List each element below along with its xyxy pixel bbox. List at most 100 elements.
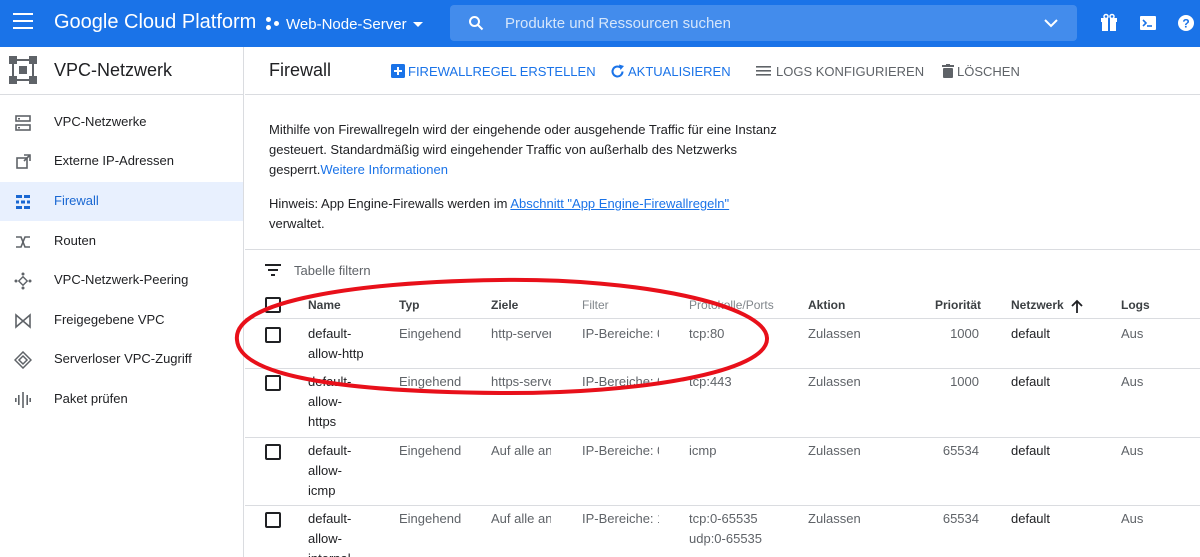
rule-name[interactable]: default-allow-http (308, 324, 378, 364)
row-checkbox[interactable] (265, 375, 281, 391)
rule-filter: IP-Bereiche: 1 (582, 511, 659, 526)
table-row[interactable]: default-allow-http Eingehend http-server… (245, 320, 1200, 369)
sidebar-item-firewall[interactable]: Firewall (0, 182, 243, 221)
rule-network[interactable]: default (1011, 509, 1050, 529)
chevron-down-icon[interactable] (1043, 17, 1059, 29)
filter-icon (265, 264, 281, 276)
row-checkbox[interactable] (265, 327, 281, 343)
sidebar-item-label: Paket prüfen (54, 391, 128, 406)
rule-filter: IP-Bereiche: 0 (582, 374, 659, 389)
row-checkbox[interactable] (265, 444, 281, 460)
rule-name[interactable]: default-allow-https (308, 372, 360, 432)
rule-logs: Aus (1121, 443, 1144, 458)
rule-name[interactable]: default-allow-icmp (308, 441, 360, 501)
firewall-icon (16, 195, 30, 209)
sidebar-item-label: VPC-Netzwerke (54, 114, 147, 129)
rule-priority: 1000 (950, 326, 979, 341)
sidebar-item-label: VPC-Netzwerk-Peering (54, 272, 189, 287)
column-name[interactable]: Name (308, 298, 341, 312)
rule-protocols: icmp (689, 443, 717, 458)
cloud-shell-icon[interactable] (1138, 13, 1158, 33)
rule-name[interactable]: default-allow-internal (308, 509, 360, 557)
top-bar: Google Cloud Platform Web-Node-Server ? (0, 0, 1200, 47)
search-bar[interactable] (450, 5, 1077, 41)
rule-type: Eingehend (399, 374, 462, 389)
help-icon[interactable]: ? (1176, 13, 1196, 33)
column-logs[interactable]: Logs (1121, 298, 1150, 312)
trash-icon (942, 64, 954, 78)
rule-protocols: tcp:80 (689, 326, 725, 341)
rule-targets: https-server (491, 374, 551, 389)
packet-icon (15, 392, 31, 408)
gift-icon[interactable] (1099, 13, 1119, 33)
sidebar-item-routes[interactable]: Routen (0, 222, 243, 261)
sidebar-item-vpc-networks[interactable]: VPC-Netzwerke (0, 103, 243, 142)
column-action[interactable]: Aktion (808, 298, 845, 312)
rule-logs: Aus (1121, 326, 1144, 341)
refresh-icon (611, 64, 624, 77)
main-toolbar: Firewall FIREWALLREGEL ERSTELLEN AKTUALI… (245, 47, 1200, 95)
column-filter[interactable]: Filter (582, 298, 609, 312)
project-name: Web-Node-Server (286, 15, 407, 33)
sidebar-item-label: Routen (54, 233, 96, 248)
table-filter-input[interactable] (294, 261, 594, 279)
rule-priority: 65534 (942, 443, 979, 458)
sidebar-title: VPC-Netzwerk (54, 60, 173, 80)
sidebar-item-shared-vpc[interactable]: Freigegebene VPC (0, 301, 243, 340)
info-text: Mithilfe von Firewallregeln wird der ein… (269, 120, 789, 180)
sort-arrow-up-icon[interactable] (1071, 299, 1083, 313)
rule-protocols: tcp:443 (689, 374, 732, 389)
hint-text: Hinweis: App Engine-Firewalls werden im … (269, 194, 789, 234)
rule-network[interactable]: default (1011, 372, 1050, 392)
project-icon (266, 17, 280, 31)
sidebar-item-external-ip[interactable]: Externe IP-Adressen (0, 142, 243, 181)
menu-icon[interactable] (13, 13, 33, 33)
sidebar-item-peering[interactable]: VPC-Netzwerk-Peering (0, 261, 243, 300)
rule-type: Eingehend (399, 326, 462, 341)
svg-text:?: ? (1182, 17, 1189, 31)
sidebar-item-serverless[interactable]: Serverloser VPC-Zugriff (0, 340, 243, 379)
vpc-networks-icon (15, 115, 31, 131)
column-network[interactable]: Netzwerk (1011, 298, 1064, 312)
app-engine-firewall-link[interactable]: Abschnitt "App Engine-Firewallregeln" (510, 196, 729, 211)
external-ip-icon (16, 154, 31, 169)
sidebar-item-label: Freigegebene VPC (54, 312, 165, 327)
select-all-checkbox[interactable] (265, 297, 281, 313)
configure-logs-button[interactable]: LOGS KONFIGURIEREN (756, 62, 924, 80)
table-row[interactable]: default-allow-https Eingehend https-serv… (245, 369, 1200, 438)
search-input[interactable] (505, 5, 1025, 41)
rule-filter: IP-Bereiche: 0 (582, 443, 659, 458)
row-checkbox[interactable] (265, 512, 281, 528)
column-protocols[interactable]: Protokolle/Ports (689, 298, 774, 312)
rule-type: Eingehend (399, 443, 462, 458)
rule-network[interactable]: default (1011, 324, 1050, 344)
create-firewall-rule-button[interactable]: FIREWALLREGEL ERSTELLEN (391, 62, 596, 80)
learn-more-link[interactable]: Weitere Informationen (320, 162, 448, 177)
caret-down-icon (412, 21, 423, 27)
delete-button[interactable]: LÖSCHEN (942, 62, 1020, 80)
project-selector[interactable]: Web-Node-Server (266, 12, 423, 36)
refresh-button[interactable]: AKTUALISIEREN (610, 62, 731, 80)
column-targets[interactable]: Ziele (491, 298, 518, 312)
sidebar-item-packet[interactable]: Paket prüfen (0, 380, 243, 419)
column-type[interactable]: Typ (399, 298, 419, 312)
rule-targets: Auf alle an (491, 443, 551, 458)
sidebar-item-label: Externe IP-Adressen (54, 153, 174, 168)
divider (245, 249, 1200, 250)
column-priority[interactable]: Priorität (935, 298, 981, 312)
table-row[interactable]: default-allow-internal Eingehend Auf all… (245, 506, 1200, 557)
sidebar: VPC-Netzwerk VPC-Netzwerke Externe IP-Ad… (0, 47, 244, 557)
table-row[interactable]: default-allow-icmp Eingehend Auf alle an… (245, 438, 1200, 506)
routes-icon (16, 236, 30, 248)
rule-action: Zulassen (808, 511, 861, 526)
brand-title[interactable]: Google Cloud Platform (54, 11, 256, 34)
hint-prefix: Hinweis: App Engine-Firewalls werden im (269, 196, 511, 211)
rule-priority: 1000 (950, 374, 979, 389)
refresh-label: AKTUALISIEREN (628, 63, 731, 79)
add-box-icon (391, 64, 405, 78)
rule-network[interactable]: default (1011, 441, 1050, 461)
logs-label: LOGS KONFIGURIEREN (776, 63, 925, 79)
delete-label: LÖSCHEN (957, 63, 1020, 79)
rule-priority: 65534 (942, 511, 979, 526)
rule-filter: IP-Bereiche: 0 (582, 326, 659, 341)
